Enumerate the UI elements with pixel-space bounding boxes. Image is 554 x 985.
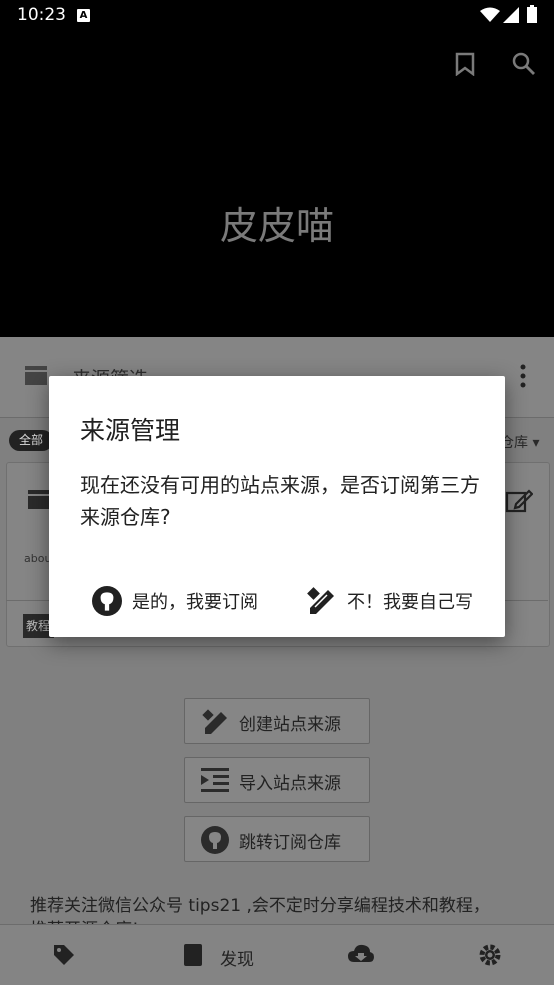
bottom-nav xyxy=(0,924,554,985)
import-source-button[interactable]: 导入站点来源 xyxy=(184,757,370,803)
jump-repo-button[interactable]: 跳转订阅仓库 xyxy=(184,816,370,862)
edit-icon[interactable] xyxy=(505,487,533,515)
book-icon[interactable] xyxy=(184,944,202,966)
jump-repo-label: 跳转订阅仓库 xyxy=(239,833,341,853)
more-vert-icon[interactable] xyxy=(517,363,529,389)
tag-icon[interactable] xyxy=(53,944,75,966)
dialog-title: 来源管理 xyxy=(80,416,181,445)
recommend-text-line1: 推荐关注微信公众号 tips21 ,会不定时分享编程技术和教程， xyxy=(30,896,490,916)
design-tools-icon xyxy=(202,709,227,734)
cloud-download-icon[interactable] xyxy=(348,944,374,964)
search-icon[interactable] xyxy=(512,52,536,76)
dialog-message: 现在还没有可用的站点来源，是否订阅第三方来源仓库? xyxy=(80,473,480,529)
github-icon xyxy=(201,826,229,854)
design-tools-icon xyxy=(307,587,334,614)
repo-dropdown[interactable]: 仓库 ▾ xyxy=(500,432,539,452)
source-manage-dialog: 来源管理 现在还没有可用的站点来源，是否订阅第三方来源仓库? 是的，我要订阅 不… xyxy=(49,376,505,637)
bookmark-icon[interactable] xyxy=(454,52,476,76)
chip-all[interactable]: 全部 xyxy=(9,430,53,451)
battery-icon xyxy=(527,5,537,23)
store-icon xyxy=(25,366,47,385)
app-title: 皮皮喵 xyxy=(219,204,334,248)
subscribe-label: 是的，我要订阅 xyxy=(132,592,258,613)
notification-icon: A xyxy=(77,9,90,22)
app-header xyxy=(0,32,554,337)
import-source-label: 导入站点来源 xyxy=(239,774,341,794)
settings-gear-icon[interactable] xyxy=(479,944,501,966)
status-time: 10:23 xyxy=(17,5,66,25)
import-list-icon xyxy=(201,768,229,792)
write-myself-label: 不！我要自己写 xyxy=(347,592,473,613)
wifi-icon xyxy=(480,7,500,22)
write-myself-button[interactable]: 不！我要自己写 xyxy=(305,583,473,619)
nav-discover-label[interactable]: 发现 xyxy=(220,945,254,970)
create-source-button[interactable]: 创建站点来源 xyxy=(184,698,370,744)
card-store-icon xyxy=(28,490,50,509)
github-icon xyxy=(92,586,122,616)
signal-icon xyxy=(503,7,519,23)
card-about-text: abou xyxy=(24,552,52,565)
subscribe-button[interactable]: 是的，我要订阅 xyxy=(92,583,258,619)
create-source-label: 创建站点来源 xyxy=(239,715,341,735)
